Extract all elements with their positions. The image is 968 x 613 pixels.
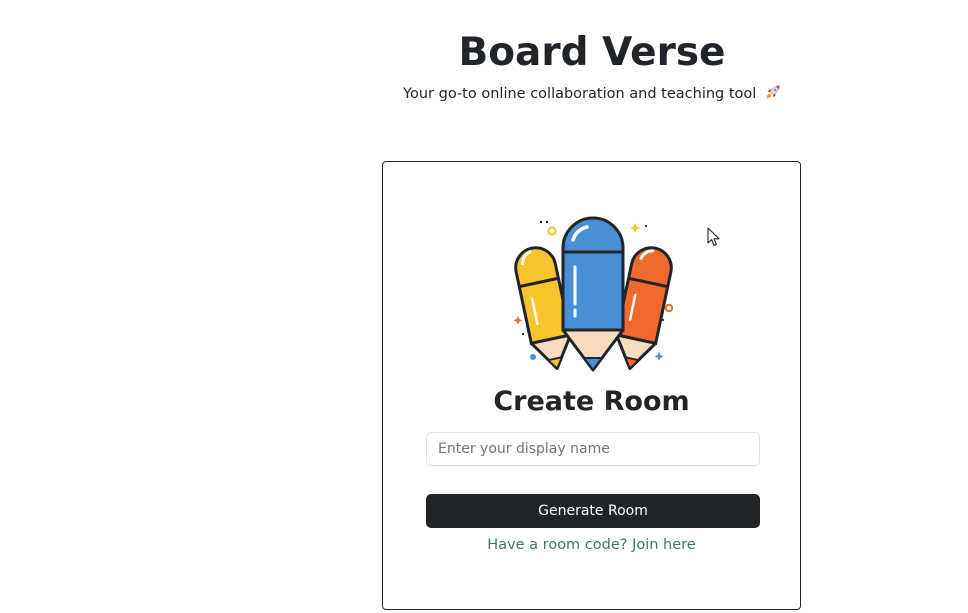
display-name-input[interactable] [426,432,760,466]
join-room-link[interactable]: Have a room code? Join here [383,535,800,555]
rocket-icon [765,84,781,100]
app-tagline-row: Your go-to online collaboration and teac… [380,84,804,104]
page: Board Verse Your go-to online collaborat… [0,0,968,613]
app-tagline: Your go-to online collaboration and teac… [403,86,757,102]
generate-room-button[interactable]: Generate Room [426,494,760,528]
app-title: Board Verse [458,30,726,75]
create-room-card: Create Room Generate Room Have a room co… [382,161,801,610]
app-header: Board Verse [380,28,804,78]
create-room-title: Create Room [493,386,690,417]
mouse-cursor-icon [707,227,721,247]
pencils-icon [511,212,676,377]
